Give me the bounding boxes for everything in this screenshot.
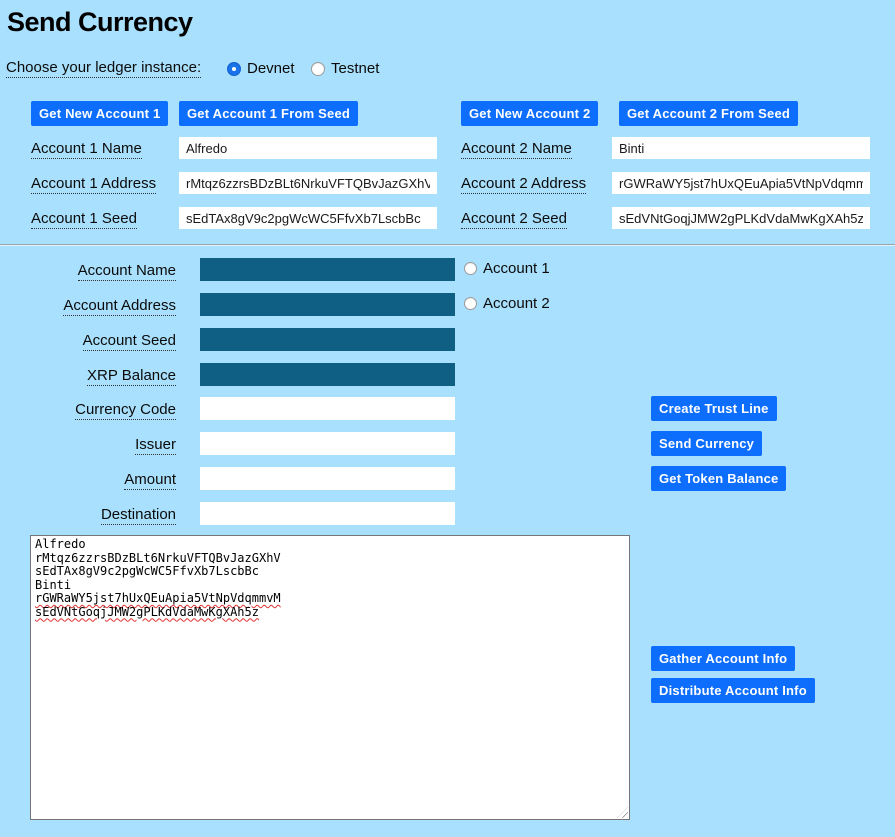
account-name-input[interactable] (200, 258, 455, 281)
destination-label: Destination (0, 507, 176, 525)
account-info-textarea[interactable]: Alfredo rMtqz6zzrsBDzBLt6NrkuVFTQBvJazGX… (30, 535, 630, 820)
account1-address-input[interactable] (179, 172, 437, 194)
issuer-label: Issuer (0, 437, 176, 455)
result-line: sEdTAx8gV9c2pgWcWC5FfvXb7LscbBc (35, 565, 625, 579)
result-line: rGWRaWY5jst7hUxQEuApia5VtNpVdqmmvM (35, 592, 625, 606)
account2-name-input[interactable] (612, 137, 870, 159)
account1-name-label: Account 1 Name (31, 141, 142, 159)
testnet-radio-label[interactable]: Testnet (331, 61, 379, 77)
issuer-input[interactable] (200, 432, 455, 455)
gather-account-info-button[interactable]: Gather Account Info (651, 646, 795, 671)
devnet-radio-label[interactable]: Devnet (247, 61, 295, 77)
get-account1-from-seed-button[interactable]: Get Account 1 From Seed (179, 101, 358, 126)
result-line: Binti (35, 579, 625, 593)
account-address-input[interactable] (200, 293, 455, 316)
account2-address-input[interactable] (612, 172, 870, 194)
account2-name-label: Account 2 Name (461, 141, 572, 159)
ledger-instance-label: Choose your ledger instance: (6, 60, 201, 78)
amount-label: Amount (0, 472, 176, 490)
account1-seed-input[interactable] (179, 207, 437, 229)
account1-seed-label: Account 1 Seed (31, 211, 137, 229)
amount-input[interactable] (200, 467, 455, 490)
xrp-balance-input[interactable] (200, 363, 455, 386)
currency-code-input[interactable] (200, 397, 455, 420)
textarea-resize-handle[interactable] (617, 807, 628, 818)
account2-address-label: Account 2 Address (461, 176, 586, 194)
account1-radio-label[interactable]: Account 1 (483, 261, 550, 277)
result-line: sEdVNtGoqjJMW2gPLKdVdaMwKgXAh5z (35, 606, 625, 620)
get-new-account2-button[interactable]: Get New Account 2 (461, 101, 598, 126)
create-trust-line-button[interactable]: Create Trust Line (651, 396, 777, 421)
account1-radio[interactable] (464, 262, 477, 275)
xrp-balance-label: XRP Balance (0, 368, 176, 386)
page-title: Send Currency (7, 7, 193, 38)
result-line: Alfredo (35, 538, 625, 552)
account-address-label: Account Address (0, 298, 176, 316)
section-divider (0, 244, 895, 246)
send-currency-page: Send Currency Choose your ledger instanc… (0, 0, 895, 837)
result-line: rMtqz6zzrsBDzBLt6NrkuVFTQBvJazGXhV (35, 552, 625, 566)
destination-input[interactable] (200, 502, 455, 525)
account1-address-label: Account 1 Address (31, 176, 156, 194)
account2-seed-input[interactable] (612, 207, 870, 229)
get-new-account1-button[interactable]: Get New Account 1 (31, 101, 168, 126)
currency-code-label: Currency Code (0, 402, 176, 420)
testnet-radio[interactable] (311, 62, 325, 76)
devnet-radio[interactable] (227, 62, 241, 76)
send-currency-button[interactable]: Send Currency (651, 431, 762, 456)
account1-name-input[interactable] (179, 137, 437, 159)
account2-radio[interactable] (464, 297, 477, 310)
account2-radio-label[interactable]: Account 2 (483, 296, 550, 312)
account-name-label: Account Name (0, 263, 176, 281)
get-token-balance-button[interactable]: Get Token Balance (651, 466, 786, 491)
account-seed-label: Account Seed (0, 333, 176, 351)
account-seed-input[interactable] (200, 328, 455, 351)
get-account2-from-seed-button[interactable]: Get Account 2 From Seed (619, 101, 798, 126)
distribute-account-info-button[interactable]: Distribute Account Info (651, 678, 815, 703)
account2-seed-label: Account 2 Seed (461, 211, 567, 229)
